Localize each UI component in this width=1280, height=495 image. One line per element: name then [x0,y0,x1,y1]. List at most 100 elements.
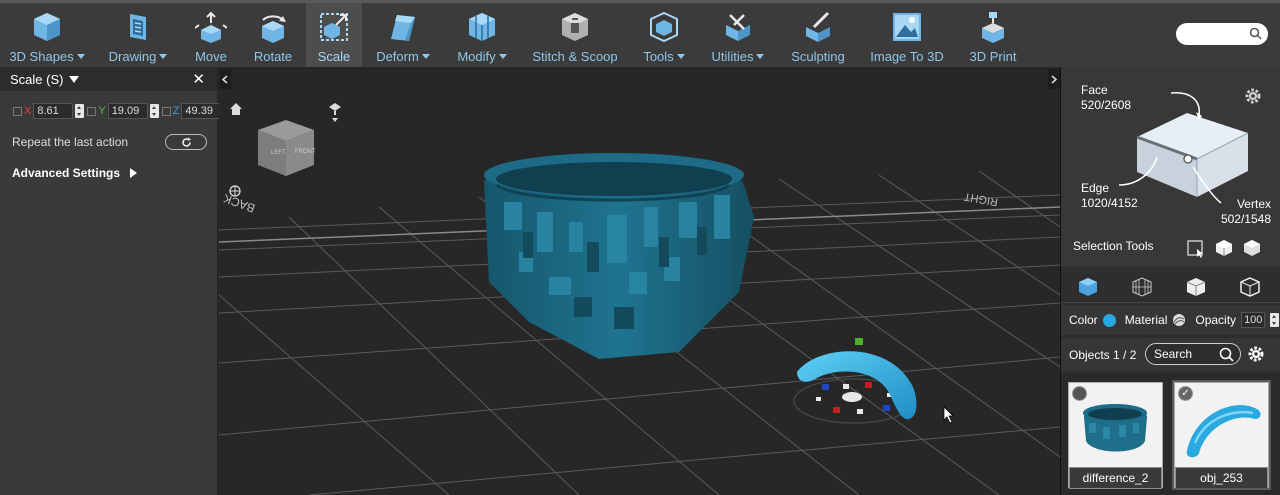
objects-count: Objects 1 / 2 [1069,348,1137,362]
object-name: obj_253 [1175,467,1268,489]
selection-tools-label: Selection Tools [1073,239,1154,253]
lock-checkbox[interactable] [87,106,97,116]
object-checkbox[interactable] [1072,386,1087,401]
properties-row: Color Material Opacity [1061,305,1280,335]
tool-rotate[interactable]: Rotate [246,3,300,67]
tool-3d-print[interactable]: 3D Print [962,3,1024,67]
object-name: difference_2 [1069,467,1162,489]
face-count: 520/2608 [1081,98,1132,112]
cursor-icon [943,406,954,424]
y-spinner[interactable] [149,104,159,118]
object-thumbnail[interactable]: difference_2 [1068,382,1163,489]
chevron-down-icon [159,54,168,59]
tool-image-to-3d[interactable]: Image To 3D [866,3,948,67]
lock-checkbox[interactable] [161,106,171,116]
tool-drawing[interactable]: Drawing [100,3,176,67]
tool-deform[interactable]: Deform [370,3,436,67]
cube-face-left: LEFT [271,150,286,156]
box-select-icon[interactable] [1187,240,1205,258]
tool-label: Stitch & Scoop [532,49,618,64]
solid-mode-icon[interactable] [1077,277,1099,297]
objects-header: Objects 1 / 2 Search [1061,337,1280,371]
gear-icon[interactable] [1246,344,1266,364]
printer-icon [982,12,1004,43]
tool-label: Image To 3D [870,49,944,64]
panel-title: Scale (S) [10,72,64,87]
close-icon[interactable]: ✕ [192,70,205,88]
xray-mode-icon[interactable] [1239,277,1261,297]
advanced-label: Advanced Settings [12,166,121,180]
tool-tools[interactable]: Tools [636,3,692,67]
wireframe-mode-icon[interactable] [1131,277,1153,297]
search-input[interactable] [1176,23,1268,45]
object-preview: ✓ [1175,383,1268,467]
home-icon[interactable] [230,103,242,115]
coord-x: X [13,103,85,119]
advanced-settings-toggle[interactable]: Advanced Settings [0,150,217,180]
camera-icon[interactable] [329,103,341,122]
tool-utilities[interactable]: Utilities [706,3,770,67]
torus-object[interactable] [797,351,917,420]
tool-label: Utilities [711,49,754,64]
tool-move[interactable]: Move [184,3,238,67]
axis-label: X [24,105,32,117]
color-swatch[interactable] [1102,313,1116,327]
material-icon[interactable] [1172,313,1186,327]
refresh-icon [181,137,191,147]
globe-icon[interactable] [229,185,241,197]
view-cube[interactable]: LEFT FRONT [258,120,316,176]
drawing-icon [130,14,146,40]
x-value-input[interactable] [33,103,74,119]
face-select-icon[interactable] [1243,239,1261,257]
collapse-left-tab[interactable] [219,69,231,89]
tool-label: 3D Print [969,49,1017,64]
tool-label: Move [195,49,227,64]
repeat-label: Repeat the last action [12,135,129,149]
object-search-input[interactable]: Search [1145,343,1241,365]
utilities-icon [726,14,750,41]
opacity-input[interactable] [1241,312,1266,328]
tool-modify[interactable]: Modify [452,3,512,67]
chevron-down-icon [498,54,507,59]
cube-icon [34,13,60,41]
axis-label: Y [98,105,106,117]
chevron-down-icon [69,76,80,83]
search-placeholder: Search [1154,347,1193,361]
search-icon [1219,347,1234,362]
object-checkbox[interactable]: ✓ [1178,386,1193,401]
repeat-button[interactable] [165,134,207,150]
tools-icon [650,11,678,43]
object-list: difference_2 ✓ obj_253 [1061,373,1280,495]
panel-header[interactable]: Scale (S) ✕ [0,67,217,91]
orientation-label-back: BACK [221,191,257,215]
repeat-row: Repeat the last action [0,119,217,150]
axis-label: Z [172,105,180,117]
collapse-right-tab[interactable] [1048,69,1060,89]
object-thumbnail[interactable]: ✓ obj_253 [1172,380,1271,490]
material-label: Material [1124,313,1168,327]
3d-viewport[interactable]: BACK RIGHT LEFT FRONT [219,67,1060,495]
cube-face-front: FRONT [295,149,316,155]
y-value-input[interactable] [107,103,148,119]
chevron-down-icon [421,54,430,59]
chevron-down-icon [756,54,765,59]
edge-count: 1020/4152 [1081,196,1138,210]
selection-panel: Face 520/2608 Edge 1020/4152 Vertex 502/… [1061,67,1280,267]
z-value-input[interactable] [181,103,222,119]
tool-sculpting[interactable]: Sculpting [786,3,850,67]
scene-canvas[interactable]: BACK RIGHT LEFT FRONT [219,67,1060,495]
gear-icon[interactable] [1243,86,1263,106]
tool-label: Deform [376,49,419,64]
tool-scale[interactable]: Scale [306,3,362,67]
lock-checkbox[interactable] [13,106,22,116]
object-select-icon[interactable] [1215,239,1233,257]
chevron-left-icon [222,74,228,84]
x-spinner[interactable] [75,104,85,118]
tool-stitch-scoop[interactable]: Stitch & Scoop [528,3,622,67]
shaded-mode-icon[interactable] [1185,277,1207,297]
move-icon [195,11,227,43]
edge-label: Edge [1081,181,1110,195]
tool-3d-shapes[interactable]: 3D Shapes [6,3,88,67]
opacity-spinner[interactable] [1270,313,1280,327]
modify-icon [469,13,495,41]
